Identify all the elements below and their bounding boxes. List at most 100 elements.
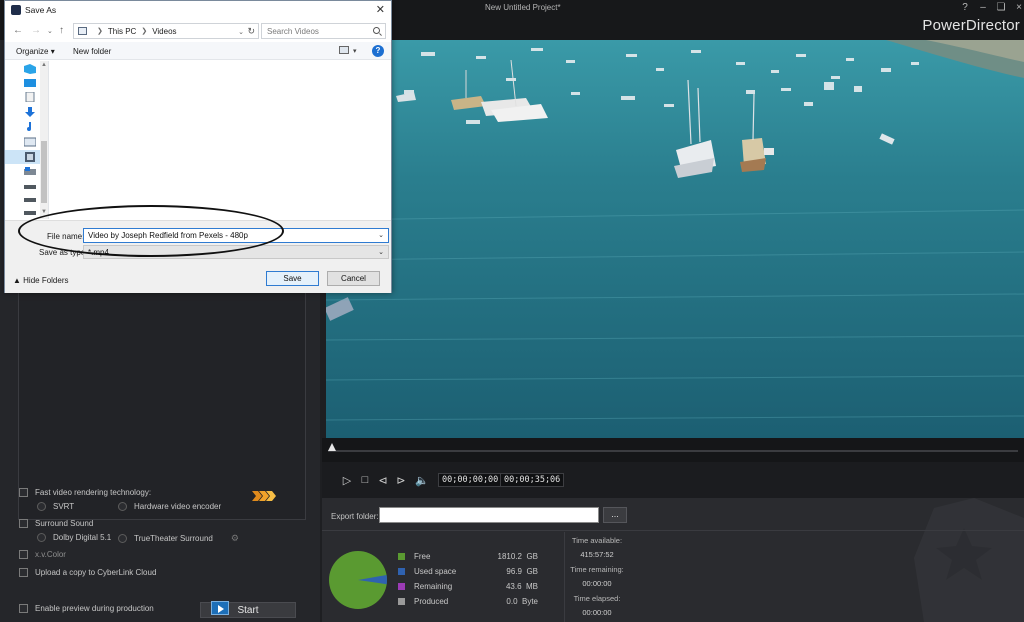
restore-icon[interactable]: ❏ xyxy=(996,2,1006,13)
save-as-type-select[interactable]: *.mp4 ⌄ xyxy=(83,245,389,259)
dialog-footer: File name: Video by Joseph Redfield from… xyxy=(5,220,391,293)
close-icon[interactable]: × xyxy=(1014,2,1024,13)
this-pc-icon xyxy=(78,27,87,35)
volume-icon[interactable]: 🔈 xyxy=(415,473,429,487)
search-icon xyxy=(373,27,380,34)
minimize-icon[interactable]: – xyxy=(978,2,988,13)
stop-icon[interactable]: □ xyxy=(358,473,372,487)
view-dropdown-icon[interactable]: ▾ xyxy=(353,47,357,55)
drive-icon[interactable] xyxy=(24,208,36,218)
pictures-icon[interactable] xyxy=(24,137,36,147)
window-controls: ? – ❏ × xyxy=(960,2,1024,13)
enable-preview-checkbox[interactable] xyxy=(19,604,28,613)
scroll-down-icon[interactable]: ▼ xyxy=(41,209,47,215)
downloads-icon[interactable] xyxy=(24,107,36,117)
help-icon[interactable]: ? xyxy=(960,2,970,13)
file-name-label: File name: xyxy=(47,232,85,241)
divider xyxy=(322,530,1024,531)
surround-sound-option[interactable]: Surround Sound xyxy=(19,519,93,528)
documents-icon[interactable] xyxy=(24,92,36,102)
bay-with-boats-image xyxy=(326,40,1024,438)
scroll-up-icon[interactable]: ▲ xyxy=(41,62,47,68)
dialog-titlebar: Save As ✕ xyxy=(5,1,391,19)
save-button[interactable]: Save xyxy=(266,271,319,286)
xvcolor-checkbox[interactable] xyxy=(19,550,28,559)
help-icon[interactable]: ? xyxy=(372,45,384,57)
breadcrumb-separator-icon: ❯ xyxy=(141,28,148,35)
local-disk-icon[interactable] xyxy=(24,167,36,177)
3d-objects-icon[interactable] xyxy=(24,64,36,74)
address-bar[interactable]: ❯ This PC ❯ Videos ⌄ ↻ xyxy=(73,23,259,39)
desktop-icon[interactable] xyxy=(24,78,36,88)
hide-folders-toggle[interactable]: ▲ Hide Folders xyxy=(13,276,69,285)
dolby-option[interactable]: Dolby Digital 5.1 xyxy=(37,533,111,542)
surround-sound-checkbox[interactable] xyxy=(19,519,28,528)
legend-produced: Produced 0.0 Byte xyxy=(398,597,538,606)
breadcrumb-this-pc[interactable]: This PC xyxy=(108,27,136,36)
enable-preview-option[interactable]: Enable preview during production xyxy=(19,604,154,613)
produce-icon xyxy=(211,601,229,615)
hardware-encoder-option[interactable]: Hardware video encoder xyxy=(118,502,221,511)
chevron-down-icon[interactable]: ⌄ xyxy=(378,231,384,239)
time-available-value: 415:57:52 xyxy=(580,550,614,559)
upload-cloud-option[interactable]: Upload a copy to CyberLink Cloud xyxy=(19,568,156,577)
storage-pie-chart xyxy=(329,551,387,609)
save-as-type-label: Save as type: xyxy=(39,248,88,257)
legend-used-space: Used space 96.9 GB xyxy=(398,567,538,576)
start-label: Start xyxy=(237,604,259,616)
address-dropdown-icon[interactable]: ⌄ xyxy=(238,28,244,36)
svrt-option[interactable]: SVRT xyxy=(37,502,74,511)
playhead-handle[interactable] xyxy=(328,443,336,451)
file-list[interactable] xyxy=(50,61,391,219)
recent-locations-icon[interactable]: ⌄ xyxy=(47,27,53,35)
back-arrow-icon[interactable]: ← xyxy=(13,25,23,36)
fast-rendering-option[interactable]: Fast video rendering technology: xyxy=(19,488,151,497)
music-icon[interactable] xyxy=(24,122,36,132)
fast-rendering-checkbox[interactable] xyxy=(19,488,28,497)
file-name-input[interactable]: Video by Joseph Redfield from Pexels - 4… xyxy=(83,228,389,243)
next-frame-icon[interactable]: ⊳ xyxy=(394,473,408,487)
scrub-track[interactable] xyxy=(328,450,1018,452)
xvcolor-option[interactable]: x.v.Color xyxy=(19,550,66,559)
previous-frame-icon[interactable]: ⊲ xyxy=(376,473,390,487)
truetheater-option[interactable]: TrueTheater Surround ⚙ xyxy=(118,533,239,544)
dialog-close-icon[interactable]: ✕ xyxy=(376,3,385,16)
refresh-icon[interactable]: ↻ xyxy=(247,26,255,37)
settings-gear-icon[interactable]: ⚙ xyxy=(231,533,239,544)
svrt-radio[interactable] xyxy=(37,502,46,511)
play-icon[interactable]: ▷ xyxy=(340,473,354,487)
dialog-title: Save As xyxy=(25,5,57,15)
up-arrow-icon[interactable]: ↑ xyxy=(59,25,64,36)
time-remaining-value: 00:00:00 xyxy=(582,579,612,588)
timeline-scrubber[interactable] xyxy=(322,438,1024,462)
breadcrumb-separator-icon: ❯ xyxy=(97,28,103,35)
new-folder-button[interactable]: New folder xyxy=(73,47,111,56)
truetheater-radio[interactable] xyxy=(118,534,127,543)
breadcrumb-videos[interactable]: Videos xyxy=(152,27,176,36)
cancel-button[interactable]: Cancel xyxy=(327,271,380,286)
playback-controls: ▷ □ ⊲ ⊳ 🔈 00;00;00;00 00;00;35;06 xyxy=(322,462,1024,498)
dolby-radio[interactable] xyxy=(37,533,46,542)
browse-button[interactable]: ... xyxy=(603,507,627,523)
time-elapsed-value: 00:00:00 xyxy=(582,608,612,617)
nav-scroll-thumb[interactable] xyxy=(41,141,47,203)
videos-nav-selected[interactable] xyxy=(5,150,40,164)
forward-arrow-icon[interactable]: → xyxy=(31,25,41,36)
search-input[interactable]: Search Videos xyxy=(261,23,386,39)
start-button[interactable]: Start xyxy=(200,601,296,618)
save-as-dialog: Save As ✕ ← → ⌄ ↑ ❯ This PC ❯ Videos ⌄ ↻… xyxy=(4,0,392,293)
organize-button[interactable]: Organize ▾ xyxy=(16,47,55,56)
legend-free: Free 1810.2 GB xyxy=(398,552,538,561)
background-emblem-icon xyxy=(914,498,1024,622)
chevron-down-icon[interactable]: ⌄ xyxy=(378,248,384,256)
drive-icon[interactable] xyxy=(24,195,36,205)
export-folder-input[interactable] xyxy=(379,507,599,523)
view-mode-icon[interactable] xyxy=(339,46,349,54)
hardware-encoder-radio[interactable] xyxy=(118,502,127,511)
time-available-label: Time available: xyxy=(571,536,623,545)
drive-icon[interactable] xyxy=(24,182,36,192)
legend-swatch-remaining xyxy=(398,583,405,590)
export-folder-label: Export folder: xyxy=(331,512,379,521)
current-timecode: 00;00;00;00 xyxy=(438,473,503,487)
upload-cloud-checkbox[interactable] xyxy=(19,568,28,577)
